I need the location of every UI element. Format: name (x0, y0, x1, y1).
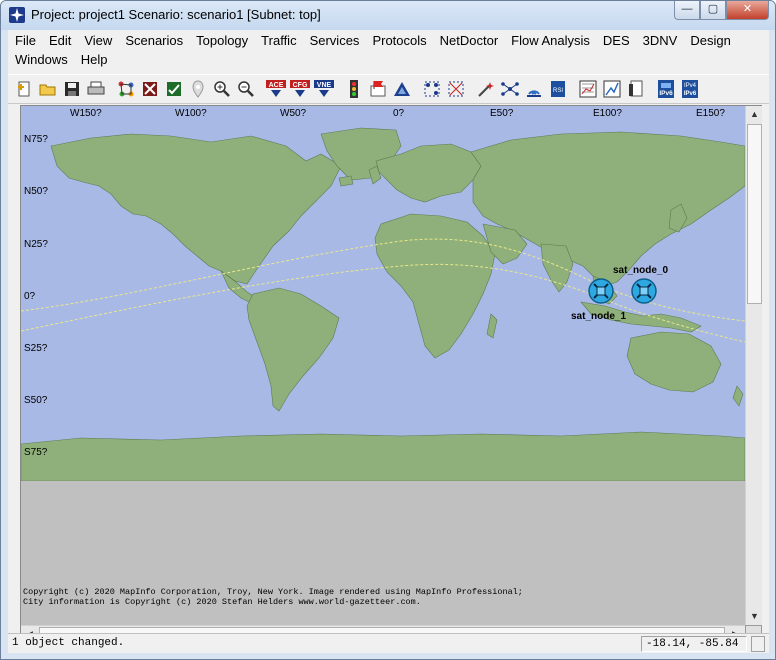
longitude-ruler: W150? W100? W50? 0? E50? E100? E150? (21, 106, 745, 122)
lon-tick: E50? (490, 108, 514, 119)
menu-protocols[interactable]: Protocols (365, 31, 432, 50)
sparkle-icon[interactable] (475, 78, 497, 100)
menu-des[interactable]: DES (596, 31, 636, 50)
lat-tick: N25? (24, 239, 48, 250)
copyright-text: Copyright (c) 2020 MapInfo Corporation, … (23, 587, 523, 607)
rapid-config-icon[interactable] (115, 78, 137, 100)
close-button[interactable]: ✕ (726, 1, 769, 20)
zoom-out-icon[interactable] (235, 78, 257, 100)
window-title: Project: project1 Scenario: scenario1 [S… (31, 7, 321, 22)
chart-icon[interactable] (601, 78, 623, 100)
signal-icon[interactable] (523, 78, 545, 100)
menu-design[interactable]: Design (683, 31, 736, 50)
ipv4-ipv6-icon[interactable]: IPv4 IPv6 (679, 78, 701, 100)
lon-tick: 0? (393, 108, 405, 119)
rsi-icon[interactable]: RSI (547, 78, 569, 100)
new-icon[interactable] (13, 78, 35, 100)
scroll-up-icon[interactable]: ▲ (746, 106, 763, 123)
vne-icon[interactable]: VNE (313, 78, 335, 100)
lat-tick: N50? (24, 186, 48, 197)
lon-tick: W100? (175, 108, 207, 119)
vne-label: VNE (317, 82, 332, 89)
scroll-down-icon[interactable]: ▼ (746, 608, 763, 625)
rsi-label: RSI (553, 88, 563, 94)
status-bar: 1 object changed. -18.14, -85.84 (8, 633, 769, 653)
menu-traffic[interactable]: Traffic (254, 31, 302, 50)
cursor-coordinates: -18.14, -85.84 (641, 636, 747, 652)
app-icon (9, 7, 25, 23)
network-icon[interactable] (499, 78, 521, 100)
vertical-scrollbar[interactable]: ▲ ▼ (745, 106, 762, 625)
save-icon[interactable] (61, 78, 83, 100)
lat-tick: 0? (24, 291, 36, 302)
node-label: sat_node_0 (613, 265, 669, 276)
print-icon[interactable] (85, 78, 107, 100)
topology-grid-2-icon[interactable] (445, 78, 467, 100)
lon-tick: E150? (696, 108, 725, 119)
topology-grid-icon[interactable] (421, 78, 443, 100)
lat-tick: S75? (24, 447, 48, 458)
lat-tick: N75? (24, 134, 48, 145)
node-label: sat_node_1 (571, 311, 627, 322)
menu-netdoctor[interactable]: NetDoctor (433, 31, 505, 50)
status-grip (751, 636, 765, 652)
graph-icon[interactable] (577, 78, 599, 100)
menu-file[interactable]: File (8, 31, 42, 50)
triangle-icon[interactable] (391, 78, 413, 100)
flag-report-icon[interactable] (367, 78, 389, 100)
recover-node-icon[interactable] (163, 78, 185, 100)
open-icon[interactable] (37, 78, 59, 100)
fail-node-icon[interactable] (139, 78, 161, 100)
map-view[interactable]: W150? W100? W50? 0? E50? E100? E150? N75… (20, 105, 762, 642)
menu-services[interactable]: Services (303, 31, 366, 50)
lat-tick: S25? (24, 343, 48, 354)
satellite-node-icon[interactable] (588, 278, 614, 304)
menu-topology[interactable]: Topology (189, 31, 254, 50)
menu-windows[interactable]: Windows (8, 50, 74, 69)
cfg-icon[interactable]: CFG (289, 78, 311, 100)
menu-3dnv[interactable]: 3DNV (636, 31, 684, 50)
app-window: Project: project1 Scenario: scenario1 [S… (0, 0, 776, 660)
ipv6b-label: IPv6 (684, 91, 697, 97)
world-map[interactable]: W150? W100? W50? 0? E50? E100? E150? N75… (21, 106, 745, 481)
toolbar: ACE CFG VNE RSI IPv6 IPv4 IPv6 (8, 74, 769, 104)
lon-tick: E100? (593, 108, 622, 119)
menu-bar: File Edit View Scenarios Topology Traffic Serv… (8, 30, 769, 72)
traffic-light-icon[interactable] (343, 78, 365, 100)
maximize-button[interactable]: ▢ (700, 1, 726, 20)
menu-flow-analysis[interactable]: Flow Analysis (504, 31, 596, 50)
minimize-button[interactable]: — (674, 1, 700, 20)
vertical-scroll-thumb[interactable] (747, 124, 762, 304)
location-pin-icon[interactable] (187, 78, 209, 100)
ipv6-icon[interactable]: IPv6 (655, 78, 677, 100)
menu-help[interactable]: Help (74, 50, 114, 69)
menu-view[interactable]: View (77, 31, 118, 50)
page-icon[interactable] (625, 78, 647, 100)
cfg-label: CFG (293, 82, 308, 89)
lon-tick: W150? (70, 108, 102, 119)
ace-icon[interactable]: ACE (265, 78, 287, 100)
ipv4-label: IPv4 (684, 83, 697, 89)
zoom-in-icon[interactable] (211, 78, 233, 100)
lat-tick: S50? (24, 395, 48, 406)
menu-scenarios[interactable]: Scenarios (118, 31, 189, 50)
menu-edit[interactable]: Edit (42, 31, 77, 50)
ipv6-label: IPv6 (659, 90, 673, 97)
client-area: File Edit View Scenarios Topology Traffic Serv… (8, 30, 769, 653)
ace-label: ACE (269, 82, 284, 89)
title-bar[interactable]: Project: project1 Scenario: scenario1 [S… (1, 1, 775, 30)
status-message: 1 object changed. (12, 637, 125, 649)
satellite-node-icon[interactable] (631, 278, 657, 304)
lon-tick: W50? (280, 108, 307, 119)
